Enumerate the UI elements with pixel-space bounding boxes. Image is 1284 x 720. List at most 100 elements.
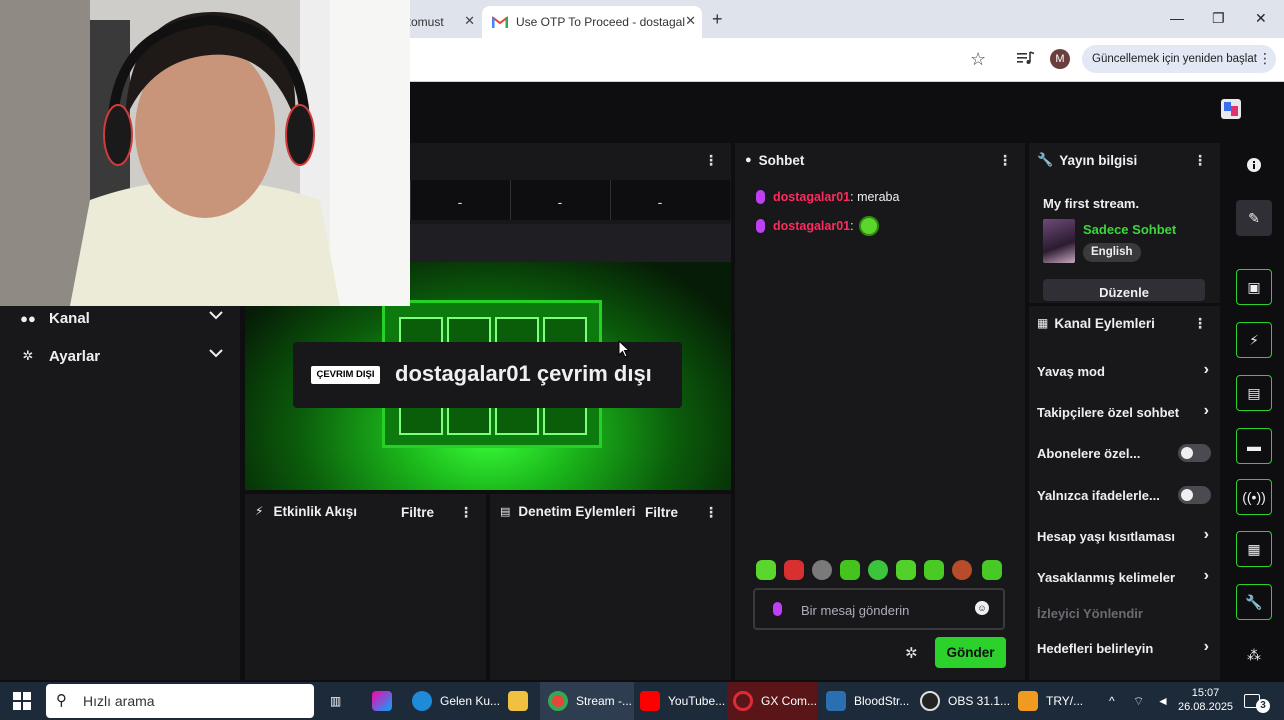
clip-icon[interactable]: ▣ — [1236, 269, 1272, 305]
panel-more-icon[interactable]: ⋮ — [704, 504, 718, 521]
action-set-goals[interactable]: Hedefleri belirleyin › — [1037, 637, 1211, 659]
file-explorer-icon[interactable] — [508, 682, 536, 720]
tray-chevron-icon[interactable]: ^ — [1109, 682, 1115, 720]
taskbar-app-obs[interactable]: OBS 31.1... — [920, 682, 1010, 720]
close-window-button[interactable]: ✕ — [1255, 10, 1267, 27]
stat-value: - — [410, 180, 509, 220]
action-slow-mode[interactable]: Yavaş mod › — [1037, 360, 1211, 382]
taskbar-app-bloodstrike[interactable]: BloodStr... — [826, 682, 909, 720]
panel-header: ⚡ Etkinlik Akışı — [245, 494, 486, 528]
action-account-age[interactable]: Hesap yaşı kısıtlaması › — [1037, 525, 1211, 547]
maximize-button[interactable]: ❐ — [1212, 10, 1225, 27]
volume-icon[interactable]: ◄ — [1157, 682, 1169, 720]
chat-username[interactable]: dostagalar01 — [773, 219, 850, 233]
edit-stream-info-button[interactable]: Düzenle — [1043, 279, 1205, 301]
taskbar-app-opera-gx[interactable]: GX Com... — [727, 682, 817, 720]
category-thumbnail — [1043, 219, 1075, 263]
pencil-icon[interactable]: ✎ — [1236, 200, 1272, 236]
stream-category[interactable]: Sadece Sohbet — [1083, 222, 1176, 237]
emote-icon[interactable] — [784, 560, 804, 580]
panel-more-icon[interactable]: ⋮ — [998, 152, 1012, 169]
new-tab-button[interactable]: + — [712, 9, 723, 30]
action-raid: İzleyici Yönlendir — [1037, 602, 1211, 624]
activity-feed-panel: ⚡ Etkinlik Akışı — [245, 494, 486, 680]
close-tab-icon[interactable]: ✕ — [685, 13, 696, 29]
action-emote-only: Yalnızca ifadelerle... — [1037, 484, 1211, 506]
activity-filter-button[interactable]: Filtre — [401, 505, 434, 520]
bloodstrike-icon — [826, 691, 846, 711]
taskbar-search[interactable]: ⚲ Hızlı arama — [46, 684, 314, 718]
wrench-icon[interactable]: 🔧 — [1236, 584, 1272, 620]
video-icon[interactable]: ▦ — [1236, 531, 1272, 567]
panel-more-icon[interactable]: ⋮ — [1193, 152, 1207, 169]
weather-icon — [1018, 691, 1038, 711]
chat-message-input[interactable] — [801, 599, 971, 621]
clock-date: 26.08.2025 — [1178, 701, 1234, 713]
bookmark-star-icon[interactable]: ☆ — [970, 49, 986, 70]
language-tag: English — [1083, 243, 1141, 262]
notification-icon[interactable]: 3 — [1244, 682, 1270, 720]
send-button[interactable]: Gönder — [935, 637, 1006, 668]
close-tab-icon[interactable]: ✕ — [464, 13, 475, 29]
wifi-icon[interactable]: ⌔ — [1133, 682, 1144, 720]
sidebar-item-kanal[interactable]: ●● Kanal — [20, 306, 230, 330]
taskbar-app-edge[interactable]: Gelen Ku... — [412, 682, 500, 720]
subscribers-only-toggle[interactable] — [1178, 444, 1211, 462]
chevron-right-icon: › — [1203, 526, 1209, 543]
browser-tab-2[interactable]: Use OTP To Proceed - dostagal ✕ — [482, 6, 702, 38]
chat-username[interactable]: dostagalar01 — [773, 190, 850, 204]
chat-settings-gear-icon[interactable]: ✲ — [905, 644, 918, 662]
media-control-icon[interactable] — [1017, 50, 1035, 66]
taskbar-clock[interactable]: 15:07 26.08.2025 — [1178, 686, 1233, 714]
profile-avatar[interactable]: M — [1050, 49, 1070, 69]
opera-gx-icon — [733, 691, 753, 711]
mod-actions-panel: ▤ Denetim Eylemleri — [490, 494, 731, 680]
browser-tab-1[interactable]: komust ✕ — [405, 6, 481, 38]
panel-more-icon[interactable]: ⋮ — [1193, 315, 1207, 332]
mod-filter-button[interactable]: Filtre — [645, 505, 678, 520]
emote-icon[interactable] — [952, 560, 972, 580]
panel-title: Denetim Eylemleri — [518, 503, 636, 519]
users-icon: ●● — [20, 310, 36, 326]
twitch-brand-icon[interactable] — [1220, 98, 1242, 120]
action-blocked-terms[interactable]: Yasaklanmış kelimeler › — [1037, 566, 1211, 588]
emote-icon[interactable] — [756, 560, 776, 580]
chevron-right-icon: › — [1203, 361, 1209, 378]
emote-icon[interactable] — [896, 560, 916, 580]
taskbar-app-label: YouTube... — [668, 694, 726, 708]
taskbar-app-label: Stream -... — [576, 694, 633, 708]
wrench-icon: 🔧 — [1037, 152, 1054, 167]
copilot-icon[interactable] — [372, 682, 400, 720]
webcam-overlay — [0, 0, 410, 306]
action-label: Yasaklanmış kelimeler — [1037, 569, 1176, 585]
taskbar-app-chrome[interactable]: Stream -... — [540, 682, 634, 720]
sidebar-item-ayarlar[interactable]: ✲ Ayarlar — [20, 344, 230, 368]
taskbar-weather[interactable]: TRY/... — [1018, 682, 1083, 720]
emote-icon[interactable] — [982, 560, 1002, 580]
notification-count: 3 — [1256, 699, 1270, 713]
more-menu-icon[interactable]: ⋮ — [1258, 50, 1272, 67]
chat-icon[interactable]: ▬ — [1236, 428, 1272, 464]
panel-more-icon[interactable]: ⋮ — [704, 152, 718, 169]
emote-icon[interactable] — [812, 560, 832, 580]
update-restart-button[interactable]: Güncellemek için yeniden başlat ⋮ — [1082, 45, 1276, 73]
broadcast-icon[interactable]: ((•)) — [1236, 479, 1272, 515]
panel-more-icon[interactable]: ⋮ — [459, 504, 473, 521]
emote-icon[interactable] — [840, 560, 860, 580]
chat-input-box[interactable]: ☺ — [753, 588, 1005, 630]
notes-icon[interactable]: ▤ — [1236, 375, 1272, 411]
emoji-picker-icon[interactable]: ☺ — [975, 601, 989, 615]
task-view-icon[interactable]: ▥ — [330, 682, 341, 720]
emote-icon[interactable] — [868, 560, 888, 580]
action-followers-only[interactable]: Takipçilere özel sohbet › — [1037, 401, 1211, 423]
info-icon[interactable] — [1236, 147, 1272, 183]
taskbar-app-youtube[interactable]: YouTube... — [640, 682, 725, 720]
windows-start-icon[interactable] — [12, 682, 32, 720]
stat-value: - — [510, 180, 609, 220]
lightning-icon[interactable]: ⚡ — [1236, 322, 1272, 358]
taskbar-app-label: TRY/... — [1046, 694, 1084, 708]
emote-only-toggle[interactable] — [1178, 486, 1211, 504]
extensions-icon[interactable]: ⁂ — [1236, 637, 1272, 673]
minimize-button[interactable]: — — [1170, 10, 1184, 26]
emote-icon[interactable] — [924, 560, 944, 580]
